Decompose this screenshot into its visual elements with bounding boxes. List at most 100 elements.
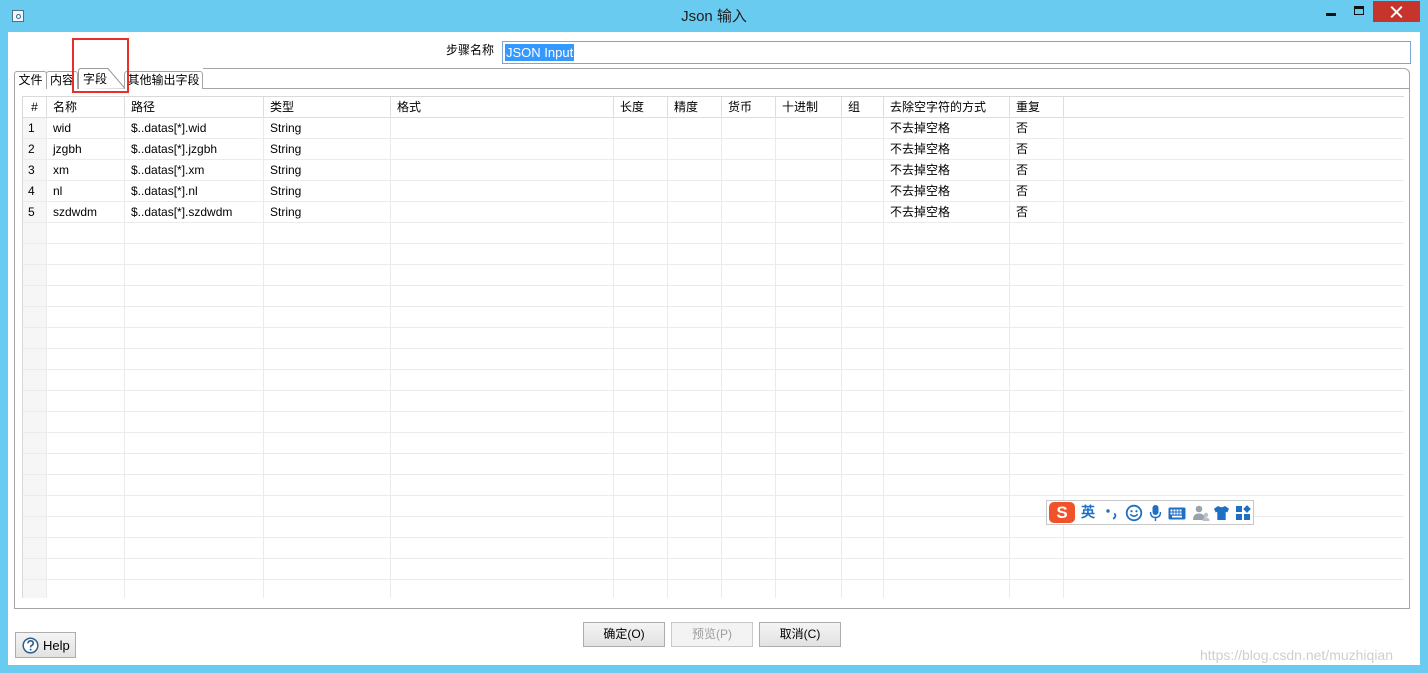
precision-cell[interactable] (668, 370, 722, 391)
row-number-cell[interactable] (23, 475, 47, 496)
path-cell[interactable] (125, 349, 264, 370)
type-cell[interactable]: String (264, 181, 391, 202)
path-cell[interactable]: $..datas[*].szdwdm (125, 202, 264, 223)
repeat-cell[interactable] (1010, 307, 1064, 328)
length-cell[interactable] (614, 286, 668, 307)
format-cell[interactable] (391, 475, 614, 496)
trim-type-cell[interactable]: 不去掉空格 (884, 160, 1010, 181)
decimal-cell[interactable] (776, 517, 842, 538)
empty-table-row[interactable] (23, 244, 1404, 265)
group-column-header[interactable]: 组 (842, 97, 884, 118)
format-cell[interactable] (391, 496, 614, 517)
type-cell[interactable]: String (264, 160, 391, 181)
minimize-button[interactable] (1317, 1, 1344, 22)
name-cell[interactable] (47, 412, 125, 433)
path-cell[interactable] (125, 412, 264, 433)
row-number-cell[interactable] (23, 265, 47, 286)
length-cell[interactable] (614, 559, 668, 580)
precision-cell[interactable] (668, 433, 722, 454)
name-cell[interactable]: nl (47, 181, 125, 202)
type-cell[interactable] (264, 412, 391, 433)
type-cell[interactable]: String (264, 202, 391, 223)
decimal-cell[interactable] (776, 412, 842, 433)
precision-cell[interactable] (668, 202, 722, 223)
trim-type-column-header[interactable]: 去除空字符的方式 (884, 97, 1010, 118)
currency-cell[interactable] (722, 223, 776, 244)
repeat-cell[interactable] (1010, 370, 1064, 391)
path-cell[interactable] (125, 433, 264, 454)
trim-type-cell[interactable]: 不去掉空格 (884, 202, 1010, 223)
precision-cell[interactable] (668, 244, 722, 265)
path-cell[interactable] (125, 496, 264, 517)
precision-cell[interactable] (668, 391, 722, 412)
tab-additional-output-fields[interactable]: 其他输出字段 (124, 71, 203, 89)
name-cell[interactable]: wid (47, 118, 125, 139)
precision-cell[interactable] (668, 118, 722, 139)
trim-type-cell[interactable] (884, 349, 1010, 370)
trim-type-cell[interactable] (884, 286, 1010, 307)
decimal-cell[interactable] (776, 307, 842, 328)
type-cell[interactable] (264, 223, 391, 244)
format-cell[interactable] (391, 370, 614, 391)
table-row[interactable]: 4 nl $..datas[*].nl String 不去掉空格否 (23, 181, 1404, 202)
type-cell[interactable]: String (264, 118, 391, 139)
path-cell[interactable] (125, 475, 264, 496)
precision-cell[interactable] (668, 496, 722, 517)
type-cell[interactable] (264, 349, 391, 370)
keyboard-icon[interactable] (1168, 507, 1186, 520)
emoji-icon[interactable] (1125, 504, 1143, 522)
group-cell[interactable] (842, 580, 884, 598)
name-cell[interactable] (47, 244, 125, 265)
group-cell[interactable] (842, 286, 884, 307)
trim-type-cell[interactable]: 不去掉空格 (884, 118, 1010, 139)
empty-table-row[interactable] (23, 370, 1404, 391)
group-cell[interactable] (842, 181, 884, 202)
precision-cell[interactable] (668, 181, 722, 202)
name-cell[interactable] (47, 538, 125, 559)
currency-cell[interactable] (722, 517, 776, 538)
type-cell[interactable] (264, 265, 391, 286)
row-number-cell[interactable] (23, 370, 47, 391)
table-row[interactable]: 5 szdwdm $..datas[*].szdwdm String 不去掉空格否 (23, 202, 1404, 223)
row-number-cell[interactable] (23, 454, 47, 475)
group-cell[interactable] (842, 433, 884, 454)
group-cell[interactable] (842, 223, 884, 244)
empty-table-row[interactable] (23, 412, 1404, 433)
length-cell[interactable] (614, 307, 668, 328)
empty-table-row[interactable] (23, 580, 1404, 598)
length-cell[interactable] (614, 580, 668, 598)
format-cell[interactable] (391, 265, 614, 286)
decimal-cell[interactable] (776, 349, 842, 370)
empty-table-row[interactable] (23, 328, 1404, 349)
decimal-cell[interactable] (776, 244, 842, 265)
length-cell[interactable] (614, 370, 668, 391)
currency-cell[interactable] (722, 139, 776, 160)
precision-cell[interactable] (668, 328, 722, 349)
format-cell[interactable] (391, 223, 614, 244)
repeat-column-header[interactable]: 重复 (1010, 97, 1064, 118)
repeat-cell[interactable] (1010, 391, 1064, 412)
tab-file[interactable]: 文件 (14, 71, 47, 89)
decimal-cell[interactable] (776, 580, 842, 598)
length-cell[interactable] (614, 496, 668, 517)
type-cell[interactable] (264, 580, 391, 598)
precision-cell[interactable] (668, 139, 722, 160)
row-number-cell[interactable] (23, 286, 47, 307)
format-cell[interactable] (391, 286, 614, 307)
empty-table-row[interactable] (23, 391, 1404, 412)
currency-cell[interactable] (722, 160, 776, 181)
group-cell[interactable] (842, 454, 884, 475)
empty-table-row[interactable] (23, 349, 1404, 370)
group-cell[interactable] (842, 349, 884, 370)
currency-cell[interactable] (722, 181, 776, 202)
decimal-cell[interactable] (776, 559, 842, 580)
name-cell[interactable] (47, 454, 125, 475)
trim-type-cell[interactable] (884, 580, 1010, 598)
currency-cell[interactable] (722, 349, 776, 370)
decimal-cell[interactable] (776, 181, 842, 202)
type-cell[interactable]: String (264, 139, 391, 160)
path-cell[interactable]: $..datas[*].xm (125, 160, 264, 181)
decimal-cell[interactable] (776, 265, 842, 286)
group-cell[interactable] (842, 475, 884, 496)
type-cell[interactable] (264, 538, 391, 559)
